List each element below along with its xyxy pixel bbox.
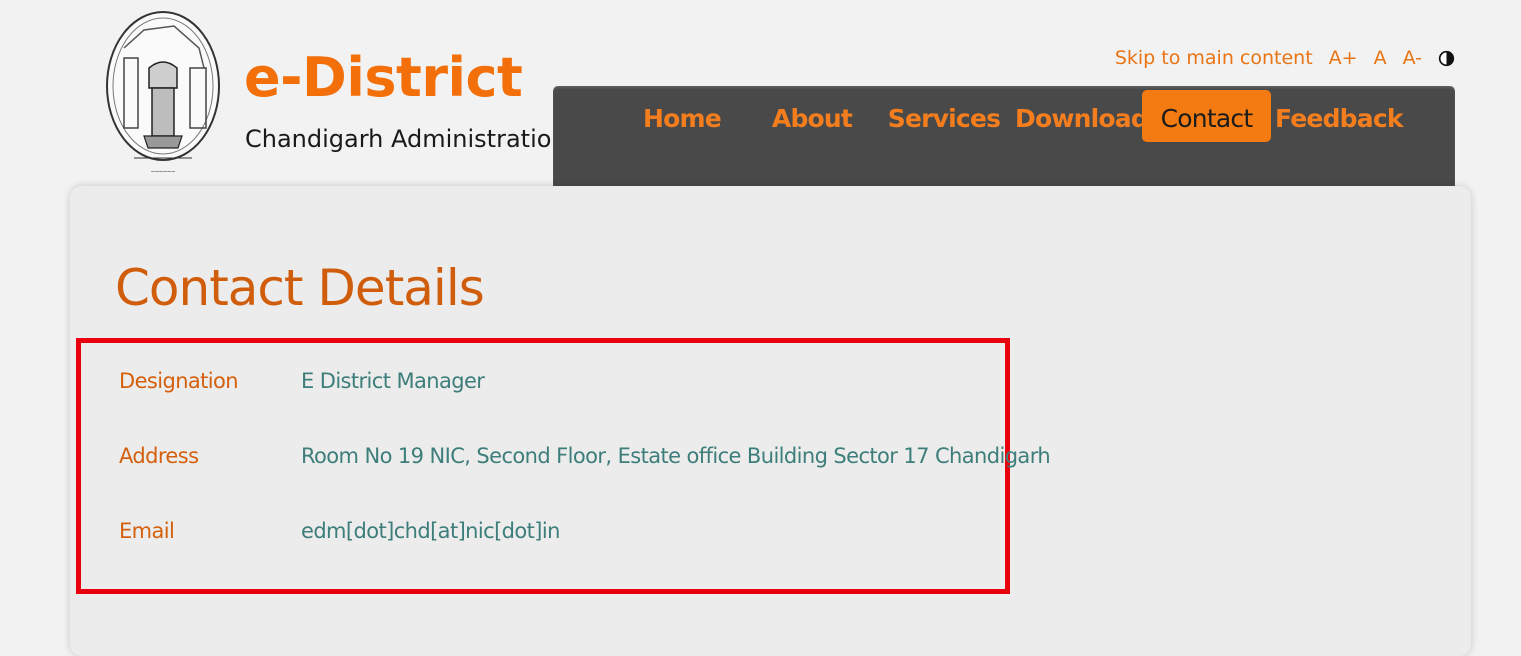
address-label: Address <box>119 444 199 468</box>
designation-value: E District Manager <box>301 369 485 393</box>
email-label: Email <box>119 519 175 543</box>
email-value: edm[dot]chd[at]nic[dot]in <box>301 519 560 543</box>
main-content: Contact Details Designation E District M… <box>70 186 1471 656</box>
nav-downloads[interactable]: Downloads <box>1015 90 1163 142</box>
contact-details-box: Designation E District Manager Address R… <box>76 338 1051 594</box>
address-value: Room No 19 NIC, Second Floor, Estate off… <box>301 444 1051 468</box>
utility-bar: Skip to main content A+ A A- <box>1115 42 1455 74</box>
font-decrease-button[interactable]: A- <box>1403 47 1422 69</box>
emblem-logo: ~~~~~~ <box>106 11 220 176</box>
nav-services[interactable]: Services <box>887 90 1001 142</box>
nav-about[interactable]: About <box>761 90 863 142</box>
nav-feedback[interactable]: Feedback <box>1275 90 1403 142</box>
contrast-icon[interactable] <box>1438 50 1455 67</box>
designation-label: Designation <box>119 369 239 393</box>
site-header: ~~~~~~ e-District Chandigarh Administrat… <box>0 0 1521 190</box>
svg-text:~~~~~~: ~~~~~~ <box>151 169 176 176</box>
nav-contact[interactable]: Contact <box>1142 90 1271 142</box>
brand-subtitle: Chandigarh Administration <box>245 125 567 153</box>
brand-title: e-District <box>244 46 523 109</box>
main-nav: Home About Services Downloads Contact Fe… <box>553 86 1455 190</box>
page-title: Contact Details <box>115 259 485 317</box>
nav-home[interactable]: Home <box>631 90 733 142</box>
font-increase-button[interactable]: A+ <box>1329 47 1358 69</box>
skip-to-main-link[interactable]: Skip to main content <box>1115 47 1313 69</box>
font-normal-button[interactable]: A <box>1374 47 1387 69</box>
